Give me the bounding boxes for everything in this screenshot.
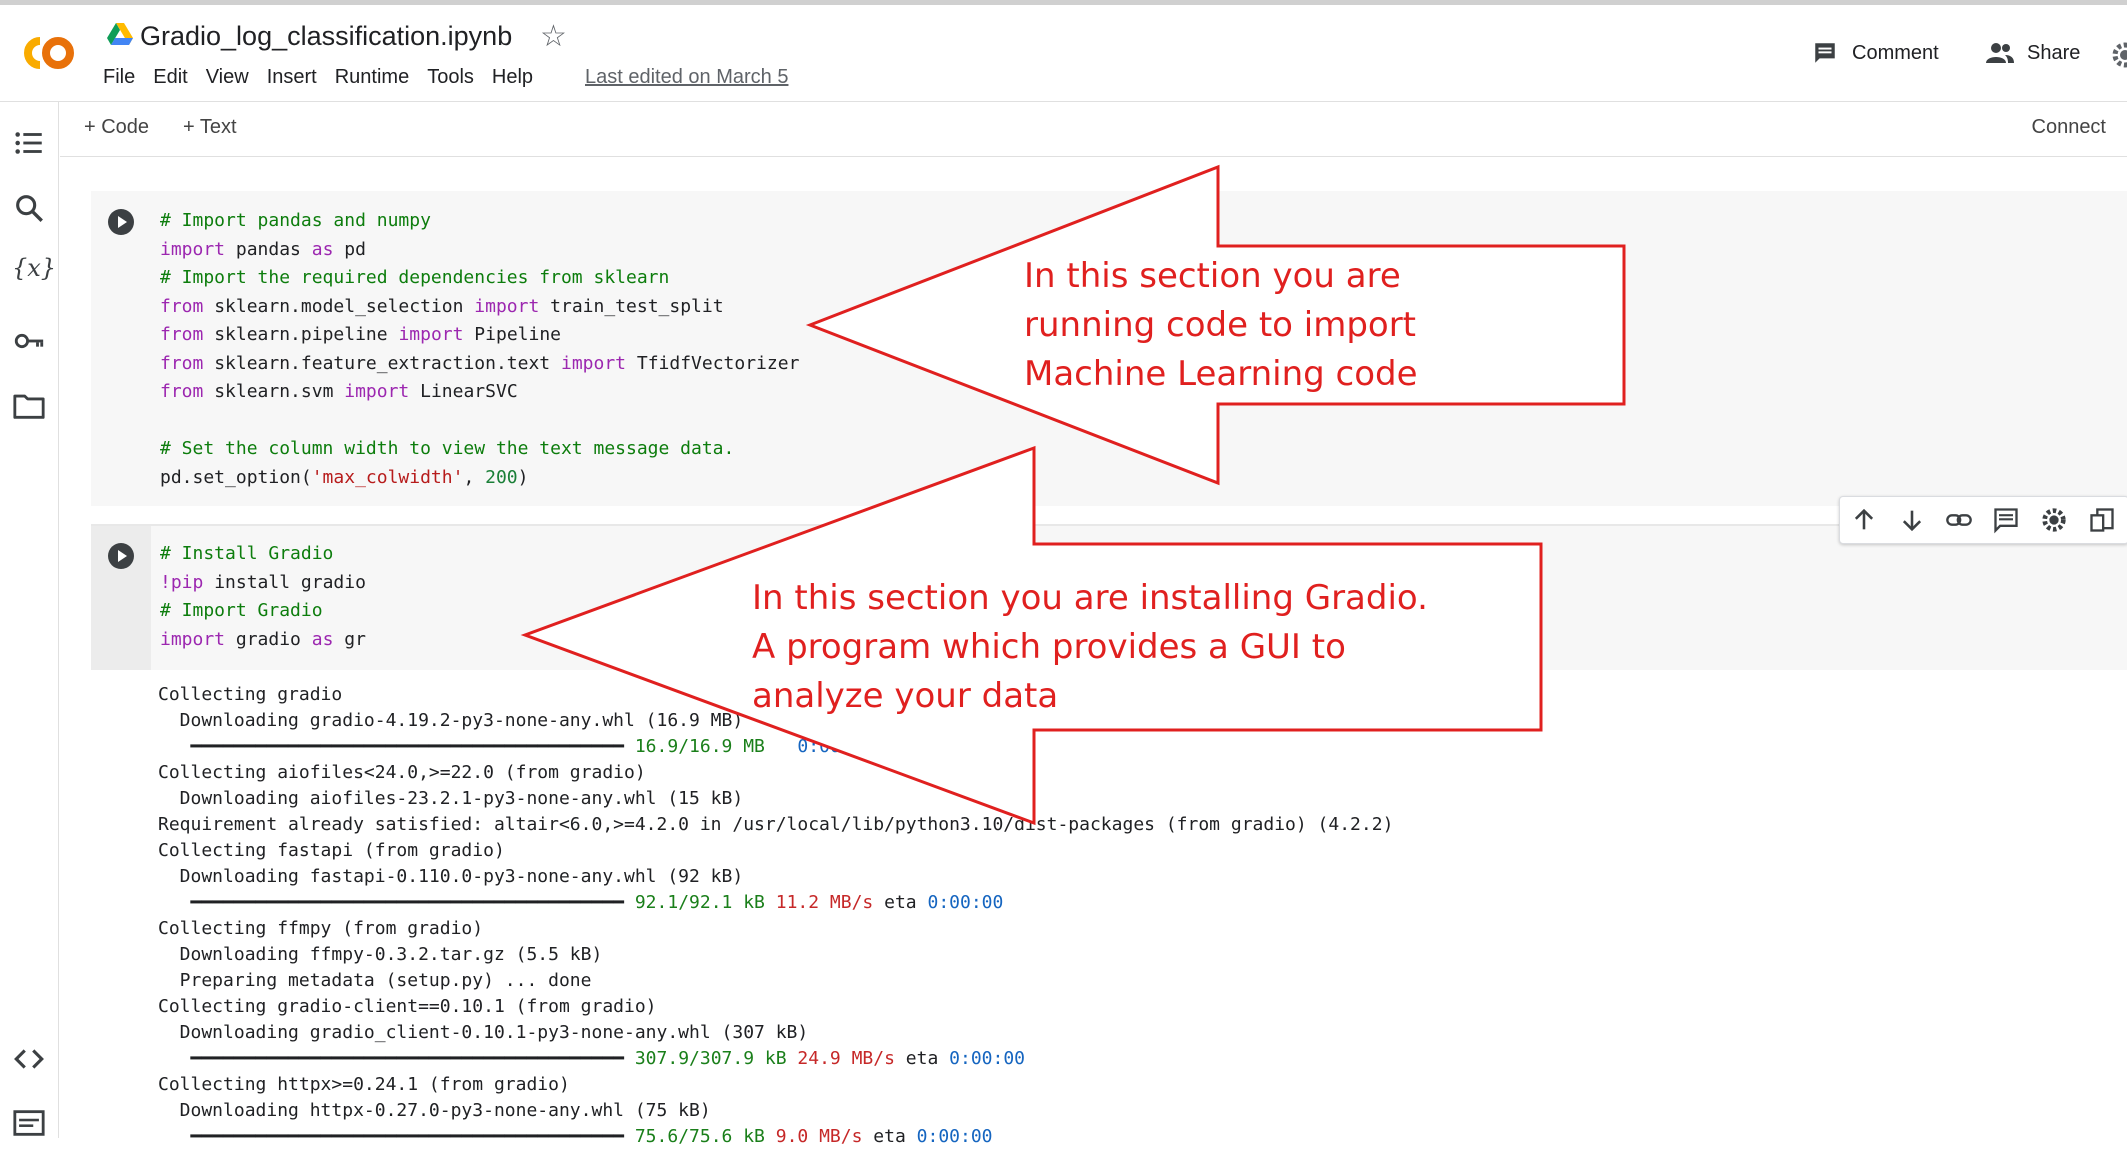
drive-icon[interactable] [107,22,133,46]
progress-bar: ━━━━━━━━━━━━━━━━━━━━━━━━━━━━━━━━━━━━━━━━ [190,736,624,757]
last-edited-link[interactable]: Last edited on March 5 [585,66,788,89]
output-line: Collecting ffmpy (from gradio) [158,918,484,939]
output-line: Preparing metadata (setup.py) ... done [158,970,592,991]
download-speed: 11.2 MB/s [775,892,874,913]
terminal-icon[interactable] [12,1106,46,1140]
output-line: Downloading ffmpy-0.3.2.tar.gz (5.5 kB) [158,944,603,965]
share-label: Share [2027,41,2081,64]
menu-runtime[interactable]: Runtime [335,66,409,89]
variables-icon[interactable]: {x} [12,254,56,288]
download-size: 16.9/16.9 MB [634,736,765,757]
output-line: Downloading aiofiles-23.2.1-py3-none-any… [158,788,744,809]
people-icon [1986,43,2014,63]
output-line: Downloading gradio_client-0.10.1-py3-non… [158,1022,809,1043]
menu-edit[interactable]: Edit [153,66,187,89]
colab-logo-icon[interactable] [18,33,80,73]
cell-output: Collecting gradio Downloading gradio-4.1… [158,682,1393,1150]
progress-line: ━━━━━━━━━━━━━━━━━━━━━━━━━━━━━━━━━━━━━━━━… [158,1046,1393,1072]
progress-line: ━━━━━━━━━━━━━━━━━━━━━━━━━━━━━━━━━━━━━━━━… [158,734,1393,760]
star-icon[interactable]: ☆ [540,19,567,54]
cell-gutter [91,526,151,670]
cell-toolbar [1839,496,2127,544]
output-line: Collecting gradio-client==0.10.1 (from g… [158,996,657,1017]
progress-bar: ━━━━━━━━━━━━━━━━━━━━━━━━━━━━━━━━━━━━━━━━ [190,892,624,913]
code-editor[interactable]: # Import pandas and numpy import pandas … [160,207,799,492]
code-line: # Import Gradio [160,600,323,621]
menu-bar: File Edit View Insert Runtime Tools Help [103,66,551,89]
download-speed: 24.9 MB/s [797,1048,895,1069]
menu-help[interactable]: Help [492,66,533,89]
eta-label: eta [873,1126,906,1147]
link-icon[interactable] [1945,506,1973,534]
gear-icon[interactable] [2110,40,2127,70]
eta-label: eta [905,1048,939,1069]
comment-icon [1815,43,1835,63]
menu-view[interactable]: View [206,66,249,89]
search-icon[interactable] [12,191,46,225]
toc-icon[interactable] [12,126,46,160]
eta-value: 0:00:00 [949,1048,1026,1069]
code-cell-2[interactable]: # Install Gradio !pip install gradio # I… [91,524,2127,670]
download-size: 75.6/75.6 kB [634,1126,765,1147]
code-editor[interactable]: # Install Gradio !pip install gradio # I… [160,540,366,654]
output-line: Downloading gradio-4.19.2-py3-none-any.w… [158,710,744,731]
code-line: # Import the required dependencies from … [160,267,670,288]
download-size: 307.9/307.9 kB [634,1048,787,1069]
progress-bar: ━━━━━━━━━━━━━━━━━━━━━━━━━━━━━━━━━━━━━━━━ [190,1126,624,1147]
eta-value: 0:00:00 [797,736,874,757]
menu-insert[interactable]: Insert [267,66,317,89]
code-line: # Set the column width to view the text … [160,438,735,459]
code-line: # Install Gradio [160,543,334,564]
notebook-title[interactable]: Gradio_log_classification.ipynb [140,21,512,52]
output-line: Downloading fastapi-0.110.0-py3-none-any… [158,866,744,887]
cell-gutter [91,191,151,506]
eta-value: 0:00:00 [916,1126,993,1147]
download-size: 92.1/92.1 kB [634,892,765,913]
connect-button[interactable]: Connect [2032,116,2107,139]
comment-button[interactable]: Comment [1812,40,1939,66]
progress-line: ━━━━━━━━━━━━━━━━━━━━━━━━━━━━━━━━━━━━━━━━… [158,890,1393,916]
comment-cell-icon[interactable] [1992,506,2020,534]
share-button[interactable]: Share [1985,40,2080,66]
code-line: # Import pandas and numpy [160,210,431,231]
notebook-toolbar: + Code + Text Connect [60,102,2127,157]
output-line: Collecting httpx>=0.24.1 (from gradio) [158,1074,570,1095]
move-down-icon[interactable] [1898,506,1926,534]
code-cell-1[interactable]: # Import pandas and numpy import pandas … [91,191,2127,506]
cell-settings-icon[interactable] [2040,506,2068,534]
add-text-button[interactable]: + Text [183,116,237,139]
mirror-cell-icon[interactable] [2088,506,2116,534]
eta-value: 0:00:00 [927,892,1004,913]
output-line: Downloading httpx-0.27.0-py3-none-any.wh… [158,1100,711,1121]
move-up-icon[interactable] [1850,506,1878,534]
comment-label: Comment [1852,41,1939,64]
run-cell-icon[interactable] [106,207,136,237]
left-sidebar: {x} [0,102,59,1138]
download-speed: 9.0 MB/s [775,1126,863,1147]
folder-icon[interactable] [12,389,46,423]
output-line: Collecting gradio [158,684,343,705]
add-code-button[interactable]: + Code [84,116,149,139]
progress-line: ━━━━━━━━━━━━━━━━━━━━━━━━━━━━━━━━━━━━━━━━… [158,1124,1393,1150]
menu-file[interactable]: File [103,66,135,89]
key-icon[interactable] [12,324,46,358]
code-snippets-icon[interactable] [12,1042,46,1076]
output-line: Requirement already satisfied: altair<6.… [158,814,1394,835]
header: Gradio_log_classification.ipynb ☆ File E… [0,5,2127,102]
eta-label: eta [884,892,917,913]
menu-tools[interactable]: Tools [427,66,474,89]
run-cell-icon[interactable] [106,541,136,571]
output-line: Collecting fastapi (from gradio) [158,840,505,861]
output-line: Collecting aiofiles<24.0,>=22.0 (from gr… [158,762,646,783]
progress-bar: ━━━━━━━━━━━━━━━━━━━━━━━━━━━━━━━━━━━━━━━━ [190,1048,624,1069]
